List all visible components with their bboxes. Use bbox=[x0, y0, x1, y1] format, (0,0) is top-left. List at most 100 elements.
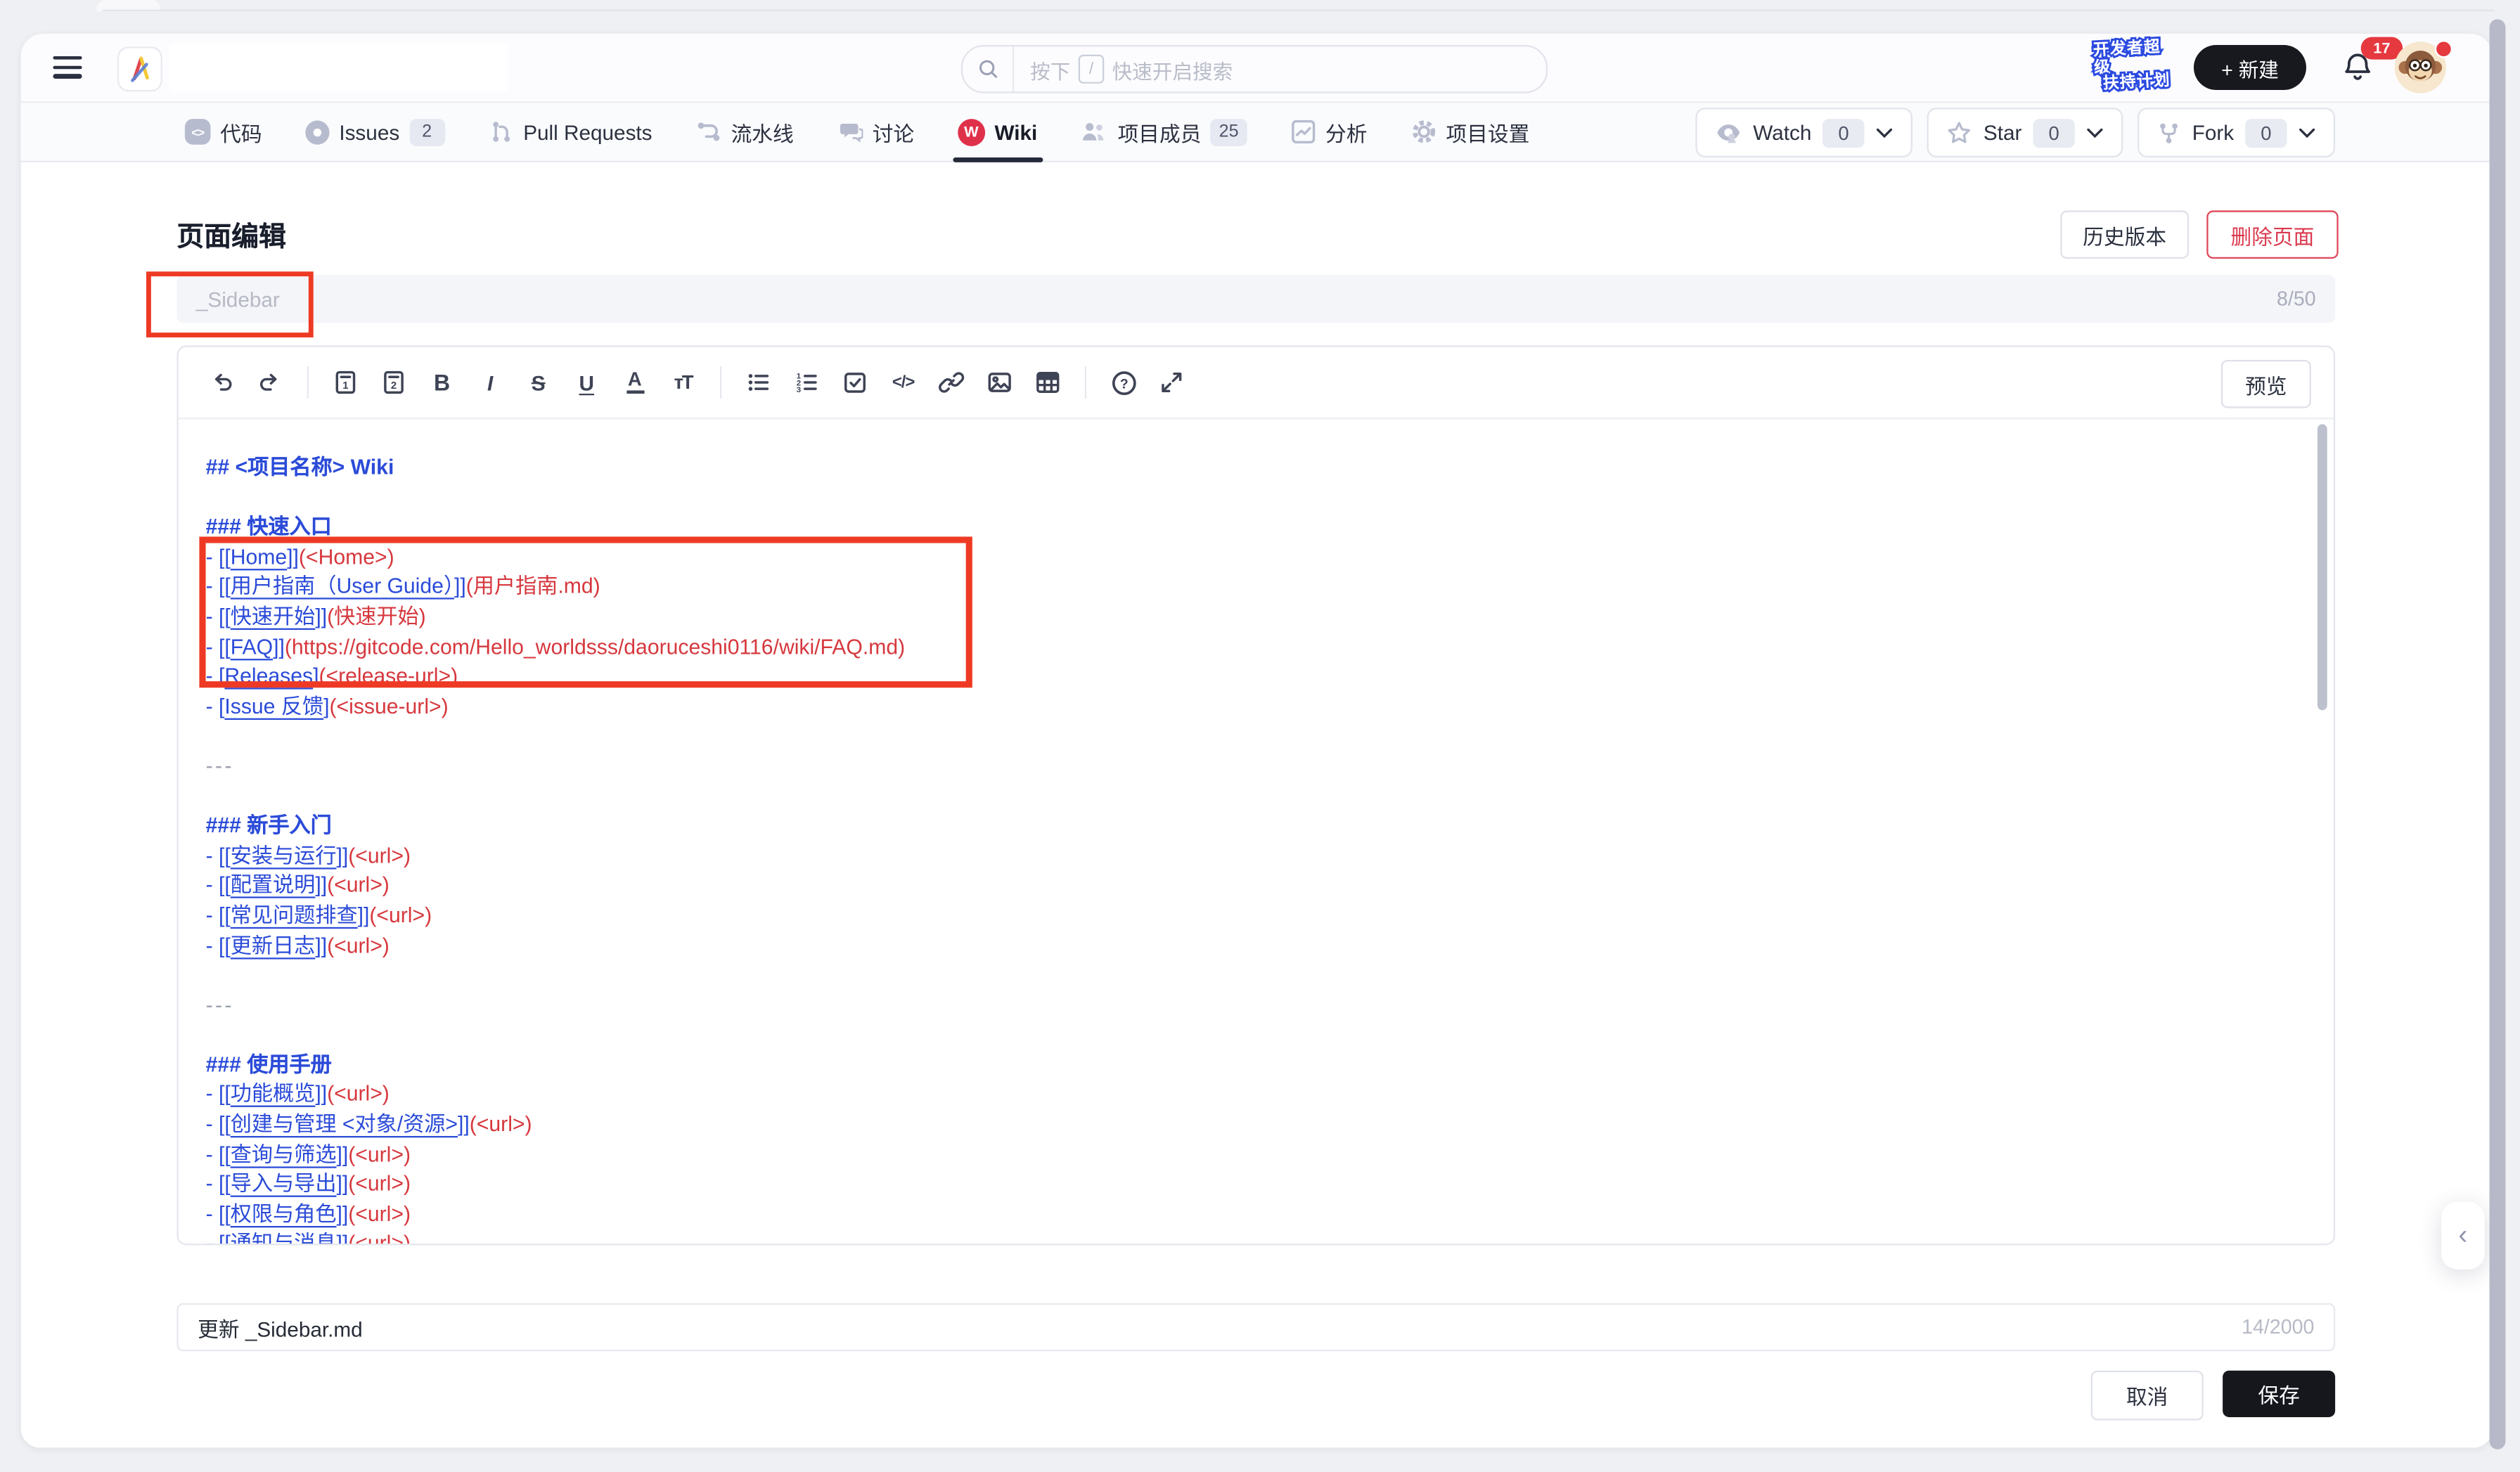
editor-line[interactable]: - [[用户指南（User Guide）]](用户指南.md) bbox=[206, 573, 2302, 602]
tab-label: 讨论 bbox=[873, 117, 914, 147]
new-button[interactable]: + 新建 bbox=[2194, 45, 2306, 90]
fullscreen-icon[interactable] bbox=[1148, 347, 1196, 418]
tab-pipelines[interactable]: 流水线 bbox=[695, 103, 793, 160]
commit-message-input[interactable]: 更新 _Sidebar.md 14/2000 bbox=[176, 1303, 2335, 1352]
issue-icon bbox=[305, 120, 329, 143]
editor-blank-line[interactable] bbox=[206, 722, 2302, 751]
tab-code[interactable]: <> 代码 bbox=[185, 103, 262, 160]
members-count-badge: 25 bbox=[1211, 118, 1247, 146]
editor-line[interactable]: --- bbox=[206, 991, 2302, 1021]
heading-1-icon[interactable]: 1 bbox=[321, 347, 370, 418]
fork-button[interactable]: Fork 0 bbox=[2138, 108, 2335, 157]
delete-page-button[interactable]: 删除页面 bbox=[2206, 210, 2338, 259]
page-name-input[interactable]: _Sidebar 8/50 bbox=[176, 275, 2335, 323]
heading-2-icon[interactable]: 2 bbox=[370, 347, 418, 418]
repo-tabbar: <> 代码 Issues 2 Pull Requests 流水线 bbox=[21, 101, 2493, 162]
toolbar-divider bbox=[720, 366, 721, 399]
tab-label: Issues bbox=[339, 120, 399, 143]
editor-line[interactable]: - [Issue 反馈](<issue-url>) bbox=[206, 692, 2302, 722]
bold-icon[interactable]: B bbox=[418, 347, 466, 418]
collapse-panel-button[interactable]: ‹ bbox=[2441, 1202, 2485, 1270]
tab-wiki[interactable]: W Wiki bbox=[958, 103, 1037, 160]
italic-icon[interactable]: I bbox=[466, 347, 515, 418]
editor-line[interactable]: ### 快速入口 bbox=[206, 513, 2302, 543]
editor-content[interactable]: ## <项目名称> Wiki ### 快速入口- [[Home]](<Home>… bbox=[179, 418, 2334, 1244]
developer-support-program-badge[interactable]: 开发者超级 扶持计划 bbox=[2092, 39, 2179, 95]
repo-actions: Watch 0 Star 0 Fork 0 bbox=[1695, 108, 2335, 157]
tab-settings[interactable]: 项目设置 bbox=[1410, 103, 1529, 160]
chevron-down-icon bbox=[2299, 126, 2316, 138]
watch-icon bbox=[1714, 120, 1742, 144]
editor-line[interactable]: - [[功能概览]](<url>) bbox=[206, 1080, 2302, 1110]
hamburger-menu-icon[interactable] bbox=[53, 56, 82, 79]
editor-line[interactable]: - [[安装与运行]](<url>) bbox=[206, 841, 2302, 871]
chat-icon bbox=[837, 119, 863, 145]
editor-scrollbar[interactable] bbox=[2318, 424, 2327, 710]
toolbar-divider bbox=[1085, 366, 1086, 399]
table-icon[interactable] bbox=[1024, 347, 1072, 418]
strikethrough-icon[interactable]: S bbox=[514, 347, 562, 418]
tab-issues[interactable]: Issues 2 bbox=[305, 103, 444, 160]
top-navbar: 按下 / 快速开启搜索 开发者超级 扶持计划 + 新建 17 bbox=[21, 34, 2493, 101]
redo-icon[interactable] bbox=[246, 347, 295, 418]
history-version-button[interactable]: 历史版本 bbox=[2060, 210, 2189, 259]
editor-blank-line[interactable] bbox=[206, 1021, 2302, 1050]
svg-text:1: 1 bbox=[342, 380, 348, 392]
watch-label: Watch bbox=[1753, 120, 1811, 144]
tab-members[interactable]: 项目成员 25 bbox=[1081, 103, 1247, 160]
editor-line[interactable]: - [[快速开始]](快速开始) bbox=[206, 602, 2302, 632]
editor-line[interactable]: - [Releases](<release-url>) bbox=[206, 662, 2302, 692]
issues-count-badge: 2 bbox=[409, 118, 444, 146]
numbered-list-icon[interactable]: 123 bbox=[783, 347, 831, 418]
chevron-down-icon bbox=[1876, 126, 1894, 138]
editor-line[interactable]: --- bbox=[206, 752, 2302, 782]
tab-label: 分析 bbox=[1325, 117, 1367, 147]
editor-line[interactable]: - [[查询与筛选]](<url>) bbox=[206, 1140, 2302, 1170]
editor-line[interactable]: ### 使用手册 bbox=[206, 1051, 2302, 1080]
editor-line[interactable]: - [[导入与导出]](<url>) bbox=[206, 1170, 2302, 1200]
editor-line[interactable]: ### 新手入门 bbox=[206, 812, 2302, 841]
browser-window-edge bbox=[103, 10, 2494, 11]
editor-line[interactable]: ## <项目名称> Wiki bbox=[206, 453, 2302, 483]
undo-icon[interactable] bbox=[198, 347, 246, 418]
editor-line[interactable]: - [[常见问题排查]](<url>) bbox=[206, 901, 2302, 931]
font-color-icon[interactable]: A bbox=[611, 347, 660, 418]
tab-discussions[interactable]: 讨论 bbox=[837, 103, 914, 160]
bulleted-list-icon[interactable] bbox=[735, 347, 783, 418]
global-search-input[interactable]: 按下 / 快速开启搜索 bbox=[961, 45, 1548, 93]
editor-line[interactable]: - [[Home]](<Home>) bbox=[206, 543, 2302, 572]
save-button[interactable]: 保存 bbox=[2223, 1371, 2335, 1417]
editor-line[interactable]: - [[FAQ]](https://gitcode.com/Hello_worl… bbox=[206, 633, 2302, 662]
chevron-left-icon: ‹ bbox=[2458, 1220, 2467, 1252]
code-icon[interactable]: </> bbox=[879, 347, 927, 418]
page-scrollbar[interactable] bbox=[2490, 19, 2506, 1449]
underline-icon[interactable]: U bbox=[562, 347, 611, 418]
gitcode-logo[interactable] bbox=[117, 46, 162, 91]
editor-blank-line[interactable] bbox=[206, 961, 2302, 990]
editor-blank-line[interactable] bbox=[206, 483, 2302, 512]
code-icon: <> bbox=[185, 119, 211, 145]
tab-label: 项目成员 bbox=[1118, 117, 1202, 147]
search-placeholder-suffix: 快速开启搜索 bbox=[1112, 54, 1233, 84]
editor-line[interactable]: - [[通知与消息]](<url>) bbox=[206, 1230, 2302, 1244]
editor-toolbar-icons: 1 2BISUAтT 123 </>? bbox=[198, 347, 1195, 418]
commit-message-value: 更新 _Sidebar.md bbox=[198, 1305, 363, 1350]
link-icon[interactable] bbox=[927, 347, 976, 418]
chevron-down-icon bbox=[2086, 126, 2104, 138]
font-size-icon[interactable]: тT bbox=[659, 347, 707, 418]
editor-line[interactable]: - [[权限与角色]](<url>) bbox=[206, 1200, 2302, 1229]
star-button[interactable]: Star 0 bbox=[1927, 108, 2123, 157]
task-list-icon[interactable] bbox=[831, 347, 880, 418]
help-icon[interactable]: ? bbox=[1099, 347, 1148, 418]
editor-blank-line[interactable] bbox=[206, 782, 2302, 811]
watch-button[interactable]: Watch 0 bbox=[1695, 108, 1912, 157]
pipeline-icon bbox=[695, 119, 721, 145]
editor-line[interactable]: - [[更新日志]](<url>) bbox=[206, 931, 2302, 961]
tab-analytics[interactable]: 分析 bbox=[1290, 103, 1368, 160]
tab-pull-requests[interactable]: Pull Requests bbox=[488, 103, 652, 160]
cancel-button[interactable]: 取消 bbox=[2091, 1371, 2204, 1421]
editor-line[interactable]: - [[创建与管理 <对象/资源>]](<url>) bbox=[206, 1111, 2302, 1140]
editor-line[interactable]: - [[配置说明]](<url>) bbox=[206, 872, 2302, 901]
image-icon[interactable] bbox=[975, 347, 1024, 418]
preview-button[interactable]: 预览 bbox=[2221, 360, 2311, 408]
